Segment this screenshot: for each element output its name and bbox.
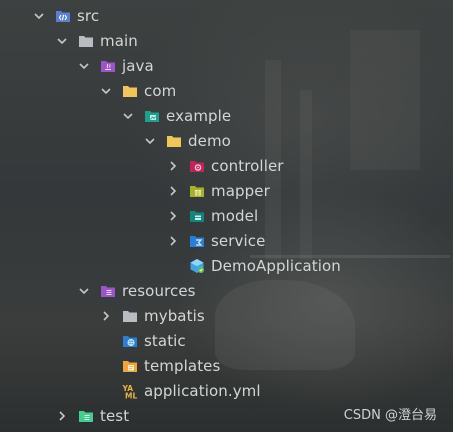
tree-item-label: demo: [188, 131, 231, 150]
tree-item-label: example: [166, 106, 232, 125]
chevron-down-icon[interactable]: [121, 109, 135, 123]
tree-item-service[interactable]: service: [0, 228, 453, 253]
chevron-right-icon[interactable]: [99, 309, 113, 323]
tree-item-label: templates: [144, 356, 221, 375]
yaml-file-icon: YA ML: [122, 383, 138, 399]
tree-item-label: test: [100, 406, 130, 425]
tree-item-label: java: [122, 56, 154, 75]
tree-item-java[interactable]: java: [0, 53, 453, 78]
tree-item-com[interactable]: com: [0, 78, 453, 103]
tree-item-mapper[interactable]: mapper: [0, 178, 453, 203]
spring-boot-class-icon: [189, 258, 205, 274]
tree-item-main[interactable]: main: [0, 28, 453, 53]
tree-item-static[interactable]: static: [0, 328, 453, 353]
package-folder-icon: [122, 83, 138, 99]
tree-item-application-yml[interactable]: YA ML application.yml: [0, 378, 453, 403]
mapper-package-icon: [189, 183, 205, 199]
tree-item-model[interactable]: model: [0, 203, 453, 228]
tree-item-label: resources: [122, 281, 196, 300]
tree-item-label: main: [100, 31, 138, 50]
java-sources-folder-icon: [100, 58, 116, 74]
source-folder-icon: [55, 8, 71, 24]
tree-item-label: com: [144, 81, 177, 100]
tree-item-label: mybatis: [144, 306, 205, 325]
tree-item-demoapplication[interactable]: DemoApplication: [0, 253, 453, 278]
folder-icon: [78, 33, 94, 49]
chevron-right-icon[interactable]: [166, 234, 180, 248]
chevron-down-icon[interactable]: [32, 9, 46, 23]
package-folder-icon: [166, 133, 182, 149]
tree-item-label: static: [144, 331, 186, 350]
chevron-right-icon[interactable]: [166, 184, 180, 198]
chevron-down-icon[interactable]: [55, 34, 69, 48]
project-tree-panel: src main java com example demo controlle…: [0, 0, 453, 432]
tree-item-mybatis[interactable]: mybatis: [0, 303, 453, 328]
chevron-down-icon[interactable]: [77, 59, 91, 73]
package-folder-icon: [144, 108, 160, 124]
csdn-watermark: CSDN @澄台易: [343, 408, 437, 423]
tree-item-label: DemoApplication: [211, 256, 341, 275]
web-folder-icon: [122, 333, 138, 349]
templates-folder-icon: [122, 358, 138, 374]
tree-item-controller[interactable]: controller: [0, 153, 453, 178]
chevron-down-icon[interactable]: [143, 134, 157, 148]
model-package-icon: [189, 208, 205, 224]
controller-package-icon: [189, 158, 205, 174]
tree-item-label: model: [211, 206, 259, 225]
chevron-down-icon[interactable]: [77, 284, 91, 298]
chevron-right-icon[interactable]: [166, 209, 180, 223]
tree-item-label: src: [77, 6, 100, 25]
tree-item-example[interactable]: example: [0, 103, 453, 128]
test-folder-icon: [78, 408, 94, 424]
chevron-right-icon[interactable]: [166, 159, 180, 173]
tree-item-label: application.yml: [144, 381, 261, 400]
folder-icon: [122, 308, 138, 324]
tree-item-label: controller: [211, 156, 284, 175]
tree-item-demo[interactable]: demo: [0, 128, 453, 153]
tree-item-src[interactable]: src: [0, 3, 453, 28]
resources-folder-icon: [100, 283, 116, 299]
tree-item-templates[interactable]: templates: [0, 353, 453, 378]
chevron-down-icon[interactable]: [99, 84, 113, 98]
tree-item-resources[interactable]: resources: [0, 278, 453, 303]
tree-item-label: service: [211, 231, 266, 250]
chevron-right-icon[interactable]: [55, 409, 69, 423]
tree-item-label: mapper: [211, 181, 270, 200]
service-package-icon: [189, 233, 205, 249]
svg-text:ML: ML: [125, 391, 137, 399]
